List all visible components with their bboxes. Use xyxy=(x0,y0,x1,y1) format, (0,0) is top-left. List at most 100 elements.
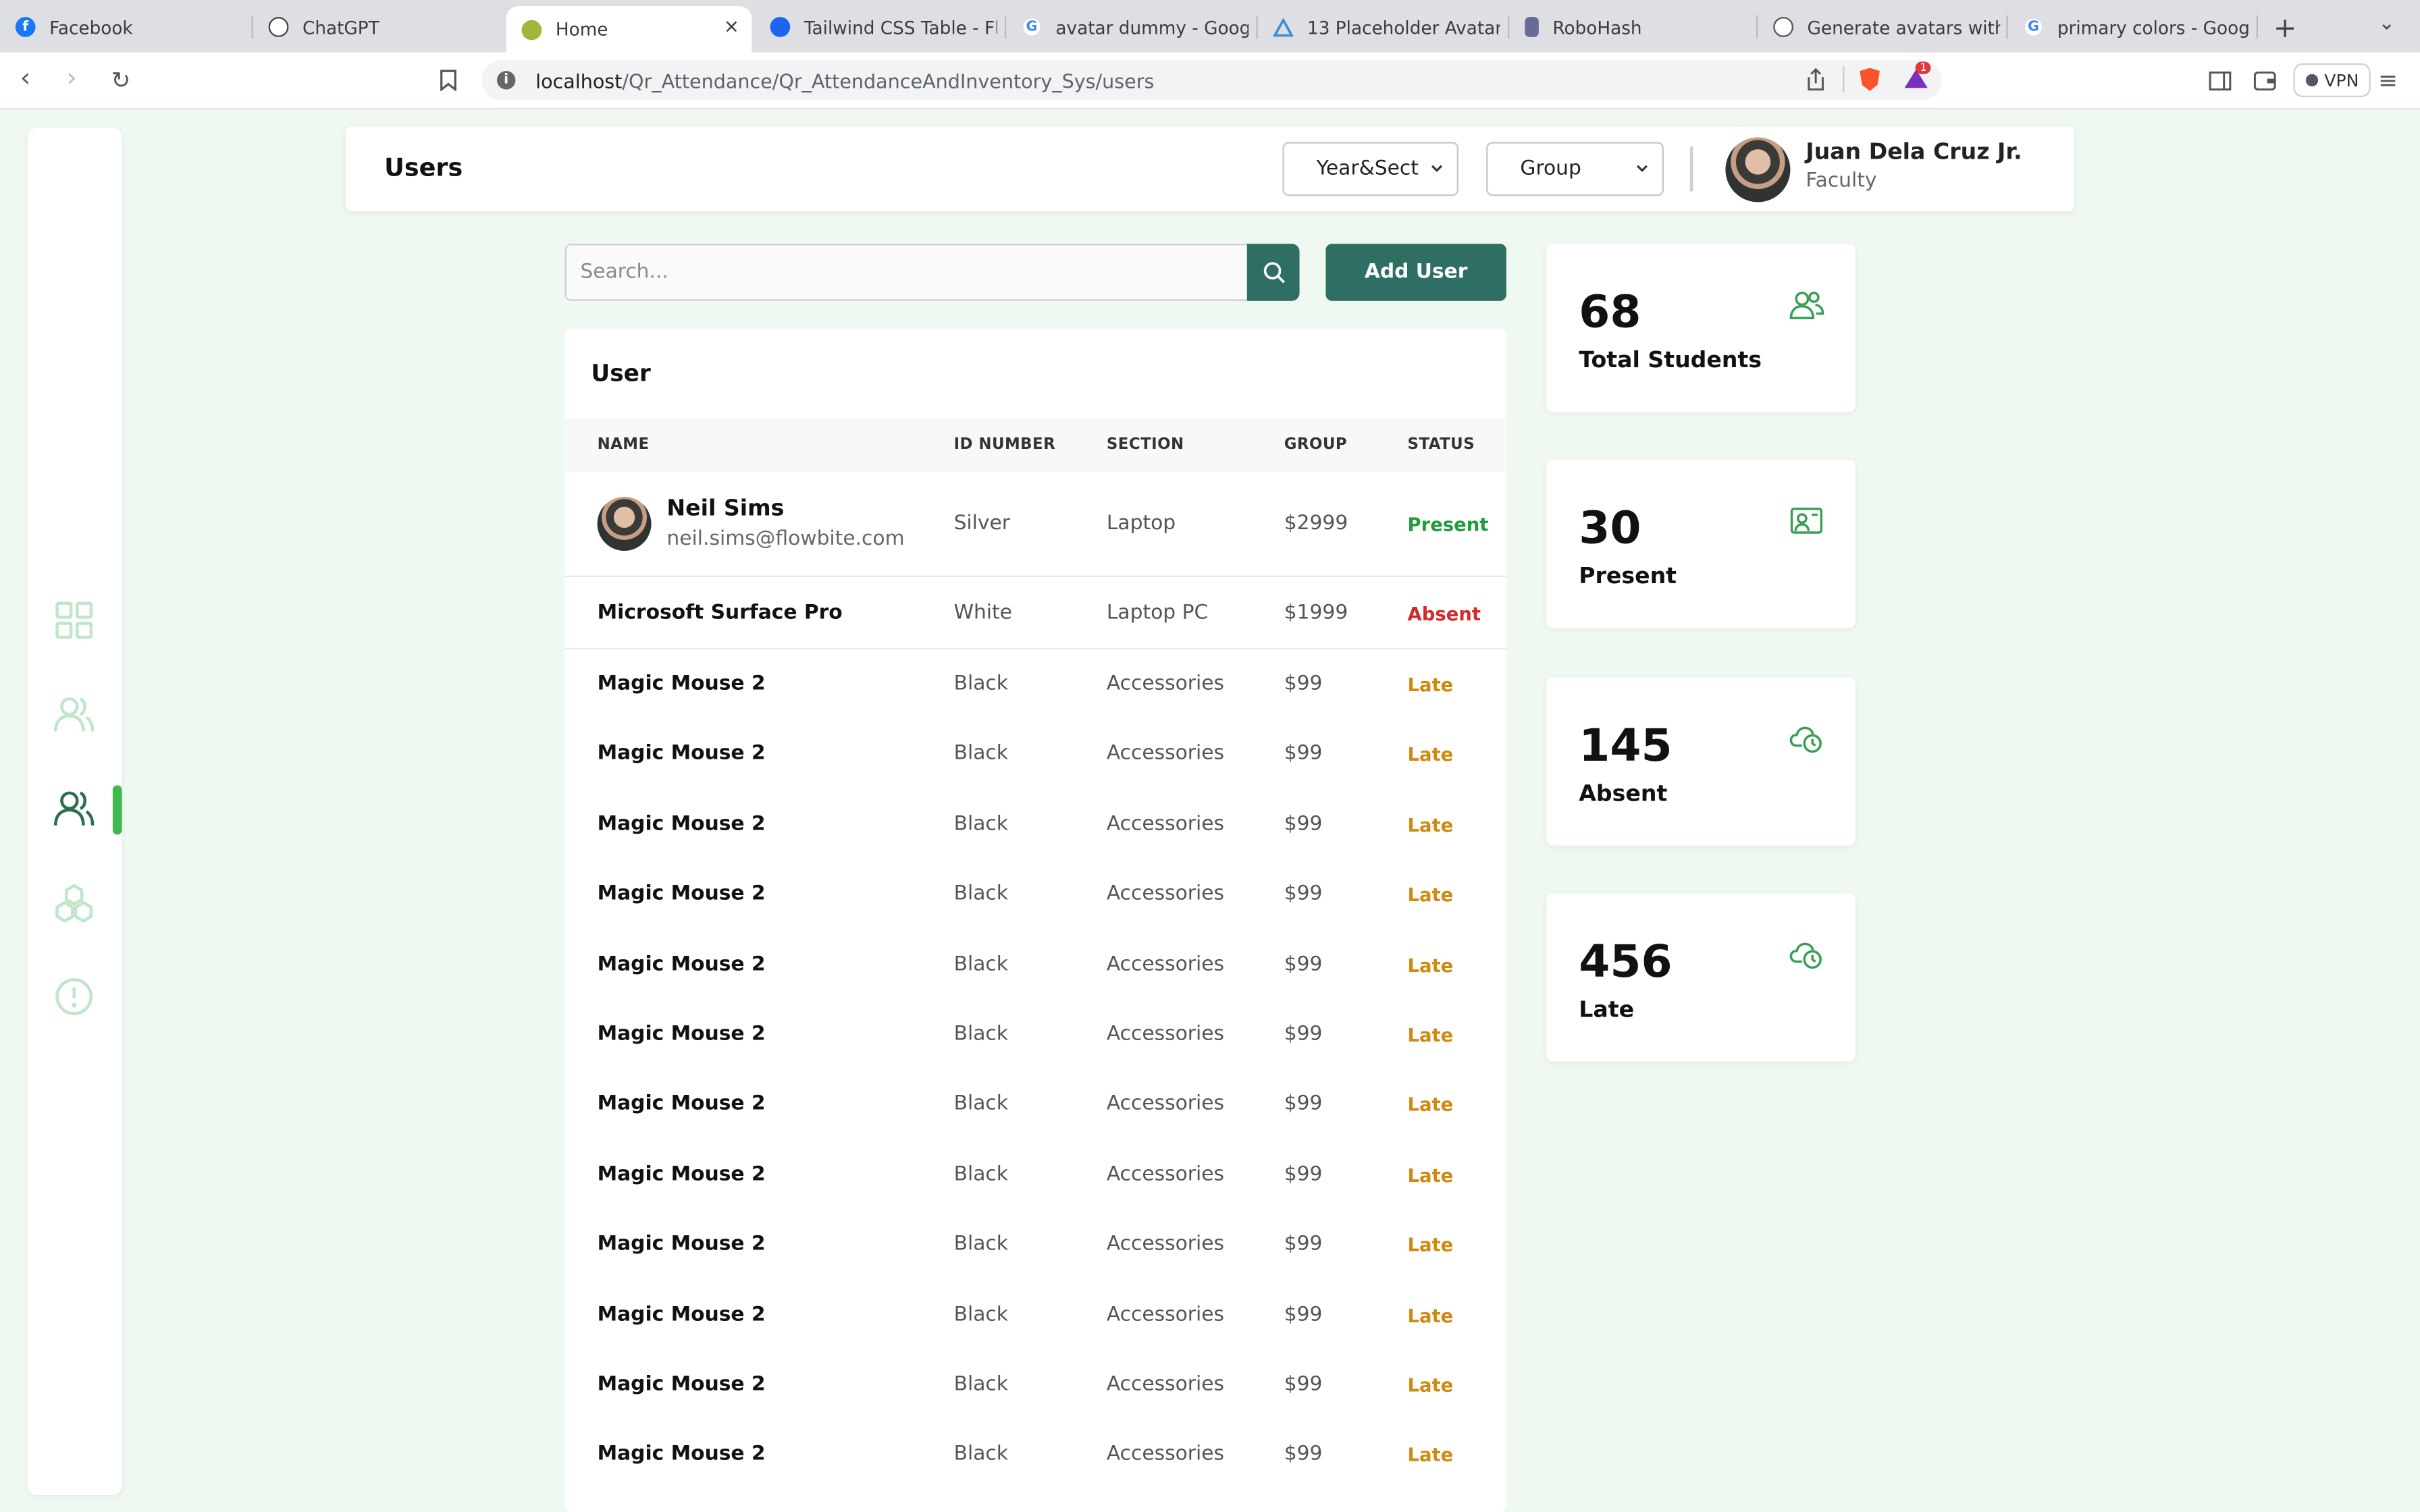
group-select[interactable]: Group xyxy=(1486,142,1664,196)
user-group: $99 xyxy=(1284,813,1323,836)
user-group: $99 xyxy=(1284,672,1323,696)
user-name: Magic Mouse 2 xyxy=(597,1443,766,1467)
user-id: Black xyxy=(953,1303,1008,1326)
column-header-status[interactable]: STATUS xyxy=(1408,437,1475,454)
table-row[interactable]: Magic Mouse 2 Black Accessories $99 Late xyxy=(565,1280,1506,1350)
browser-tab[interactable]: RoboHash xyxy=(1509,6,1758,48)
user-group: $99 xyxy=(1284,1162,1323,1187)
chevron-down-icon xyxy=(1431,165,1442,172)
column-header-id[interactable]: ID NUMBER xyxy=(954,437,1056,454)
user-name: Magic Mouse 2 xyxy=(597,952,766,976)
table-row[interactable]: Magic Mouse 2 Black Accessories $99 Late xyxy=(565,1070,1506,1140)
sidebar-item-students[interactable] xyxy=(53,695,95,734)
column-header-group[interactable]: GROUP xyxy=(1284,437,1347,454)
tab-list-chevron-icon[interactable]: ⌄ xyxy=(2378,12,2395,35)
menu-icon[interactable]: ≡ xyxy=(2378,66,2398,94)
user-name: Magic Mouse 2 xyxy=(597,882,766,907)
brave-rewards-icon[interactable]: 1 xyxy=(1903,61,1932,97)
table-row[interactable]: Magic Mouse 2 Black Accessories $99 Late xyxy=(565,929,1506,1000)
user-id: Black xyxy=(953,1443,1008,1467)
brave-shield-icon[interactable] xyxy=(1858,66,1881,99)
user-group: $99 xyxy=(1284,1233,1323,1256)
new-tab-button[interactable]: + xyxy=(2273,12,2296,45)
status-badge: Late xyxy=(1407,1444,1454,1467)
globe-icon xyxy=(1773,17,1793,37)
stat-value: 456 xyxy=(1579,935,1673,988)
browser-tab[interactable]: ChatGPT xyxy=(253,6,506,48)
browser-tab[interactable]: G avatar dummy - Google S xyxy=(1006,6,1258,48)
browser-tab[interactable]: Generate avatars with in xyxy=(1758,6,2008,48)
user-section: Accessories xyxy=(1106,1162,1224,1187)
url-field[interactable]: i localhost/Qr_Attendance/Qr_AttendanceA… xyxy=(481,60,1942,101)
user-section: Accessories xyxy=(1106,742,1224,766)
sidebar-item-inventory[interactable] xyxy=(54,882,94,923)
browser-tab[interactable]: Tailwind CSS Table - Flow xyxy=(755,6,1007,48)
table-row[interactable]: Magic Mouse 2 Black Accessories $99 Late xyxy=(565,1000,1506,1070)
profile-avatar[interactable] xyxy=(1725,137,1791,202)
table-row[interactable]: Magic Mouse 2 Black Accessories $99 Late xyxy=(565,860,1506,930)
column-header-section[interactable]: SECTION xyxy=(1107,437,1184,454)
user-section: Accessories xyxy=(1106,1443,1224,1467)
sidebar-item-dashboard[interactable] xyxy=(54,600,94,640)
browser-tab[interactable]: f Facebook xyxy=(0,6,253,48)
profile-name: Juan Dela Cruz Jr. xyxy=(1806,140,2022,165)
table-row[interactable]: Magic Mouse 2 Black Accessories $99 Late xyxy=(565,720,1506,790)
users-icon xyxy=(1789,292,1824,319)
sidebar-item-reports[interactable] xyxy=(54,977,94,1017)
user-group: $99 xyxy=(1284,742,1323,766)
user-id: Black xyxy=(953,672,1008,696)
wallet-icon[interactable] xyxy=(2253,68,2276,99)
status-badge: Late xyxy=(1407,814,1454,836)
user-section: Accessories xyxy=(1106,1093,1224,1116)
user-name: Neil Sims xyxy=(666,496,785,522)
table-row[interactable]: Magic Mouse 2 Black Accessories $99 Late xyxy=(565,790,1506,860)
stat-card-total-students: 68 Total Students xyxy=(1546,244,1856,412)
share-icon[interactable] xyxy=(1806,68,1826,97)
stat-value: 145 xyxy=(1579,719,1673,772)
browser-tab-active[interactable]: Home × xyxy=(506,6,752,53)
table-row[interactable]: Magic Mouse 2 Black Accessories $99 Late xyxy=(565,1350,1506,1420)
stat-label: Present xyxy=(1579,564,1677,590)
status-badge: Late xyxy=(1407,1234,1454,1256)
browser-tab[interactable]: G primary colors - Google xyxy=(2008,6,2258,48)
user-id: Black xyxy=(953,952,1008,976)
user-id: White xyxy=(953,601,1012,625)
close-tab-icon[interactable]: × xyxy=(724,16,739,37)
search-button[interactable] xyxy=(1246,244,1300,301)
vpn-button[interactable]: VPN xyxy=(2293,63,2371,97)
user-group: $99 xyxy=(1284,952,1323,976)
browser-tab[interactable]: 13 Placeholder Avatar & xyxy=(1258,6,1510,48)
sidebar xyxy=(28,128,122,1495)
add-user-button[interactable]: Add User xyxy=(1325,244,1506,301)
search-input[interactable] xyxy=(564,244,1249,301)
table-row[interactable]: Microsoft Surface Pro White Laptop PC $1999… xyxy=(564,577,1506,650)
year-section-select[interactable]: Year&Sect xyxy=(1282,142,1458,196)
sidebar-item-users[interactable] xyxy=(53,788,95,828)
sidebar-toggle-icon[interactable] xyxy=(2209,68,2232,99)
forward-arrow-icon[interactable]: › xyxy=(66,63,77,94)
table-row[interactable]: Magic Mouse 2 Black Accessories $99 Late xyxy=(565,1420,1506,1490)
google-icon: G xyxy=(2023,17,2044,37)
table-title: User xyxy=(591,359,651,387)
user-id: Black xyxy=(953,813,1008,836)
table-row[interactable]: Magic Mouse 2 Black Accessories $99 Late xyxy=(565,1210,1506,1280)
site-info-icon[interactable]: i xyxy=(496,71,516,90)
url-host: localhost xyxy=(535,68,623,92)
user-section: Accessories xyxy=(1106,952,1224,976)
user-section: Laptop PC xyxy=(1106,601,1209,625)
user-name: Microsoft Surface Pro xyxy=(597,601,843,625)
user-id: Black xyxy=(953,882,1008,907)
user-id: Black xyxy=(953,1162,1008,1187)
table-row-featured[interactable]: Neil Sims neil.sims@flowbite.com Silver … xyxy=(564,472,1506,577)
user-section: Accessories xyxy=(1106,882,1224,907)
reload-icon[interactable]: ↻ xyxy=(111,66,131,94)
cubes-icon xyxy=(55,884,93,923)
back-arrow-icon[interactable]: ‹ xyxy=(20,63,31,94)
table-row[interactable]: Magic Mouse 2 Black Accessories $99 Late xyxy=(565,649,1506,720)
table-row[interactable]: Magic Mouse 2 Black Accessories $99 Late xyxy=(565,1140,1506,1210)
user-group: $99 xyxy=(1284,1023,1323,1046)
dashboard-grid-icon xyxy=(55,601,93,639)
user-name: Magic Mouse 2 xyxy=(597,1162,766,1187)
bookmark-icon[interactable] xyxy=(440,68,456,99)
column-header-name[interactable]: NAME xyxy=(598,437,650,454)
